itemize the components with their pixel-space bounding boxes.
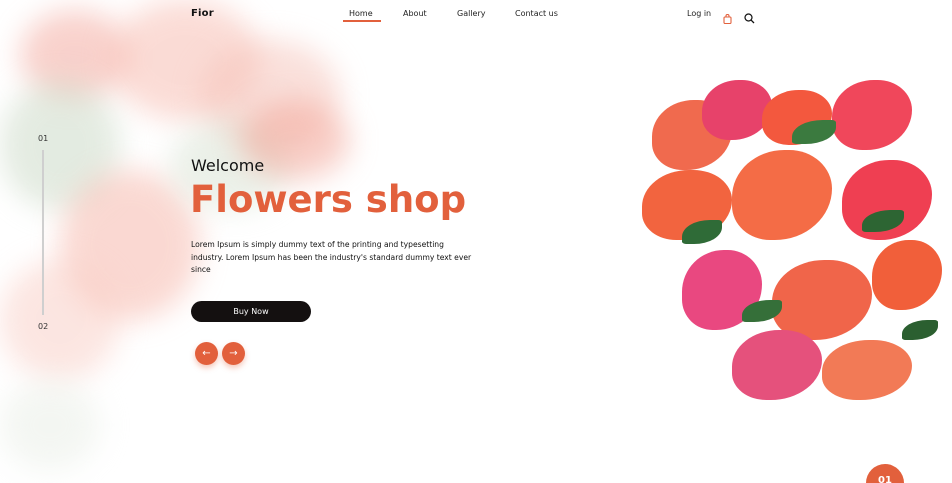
hero-description: Lorem Ipsum is simply dummy text of the … xyxy=(191,240,472,274)
slide-number-02[interactable]: 02 xyxy=(38,322,48,331)
login-link[interactable]: Log in xyxy=(687,9,711,18)
search-icon[interactable] xyxy=(744,9,755,24)
slide-number-01[interactable]: 01 xyxy=(38,134,48,143)
hero-welcome: Welcome xyxy=(191,156,265,175)
nav-item-home[interactable]: Home xyxy=(349,9,373,18)
logo[interactable]: Fior xyxy=(191,8,214,19)
arrow-right-icon: → xyxy=(229,348,238,359)
badge-number: 01 xyxy=(878,475,892,483)
next-slide-button[interactable]: → xyxy=(222,342,245,365)
nav-item-about[interactable]: About xyxy=(403,9,427,18)
nav-item-contact[interactable]: Contact us xyxy=(515,9,558,18)
shopping-bag-icon[interactable] xyxy=(723,9,732,25)
arrow-left-icon: ← xyxy=(202,348,211,359)
buy-now-button[interactable]: Buy Now xyxy=(191,301,311,322)
active-nav-indicator xyxy=(343,20,381,22)
nav-item-gallery[interactable]: Gallery xyxy=(457,9,486,18)
slide-progress-line xyxy=(42,150,44,315)
hero-flowers-image xyxy=(622,60,952,420)
hero-title: Flowers shop xyxy=(190,178,467,221)
previous-slide-button[interactable]: ← xyxy=(195,342,218,365)
top-navigation: Fior Home About Gallery Contact us Log i… xyxy=(0,0,952,30)
